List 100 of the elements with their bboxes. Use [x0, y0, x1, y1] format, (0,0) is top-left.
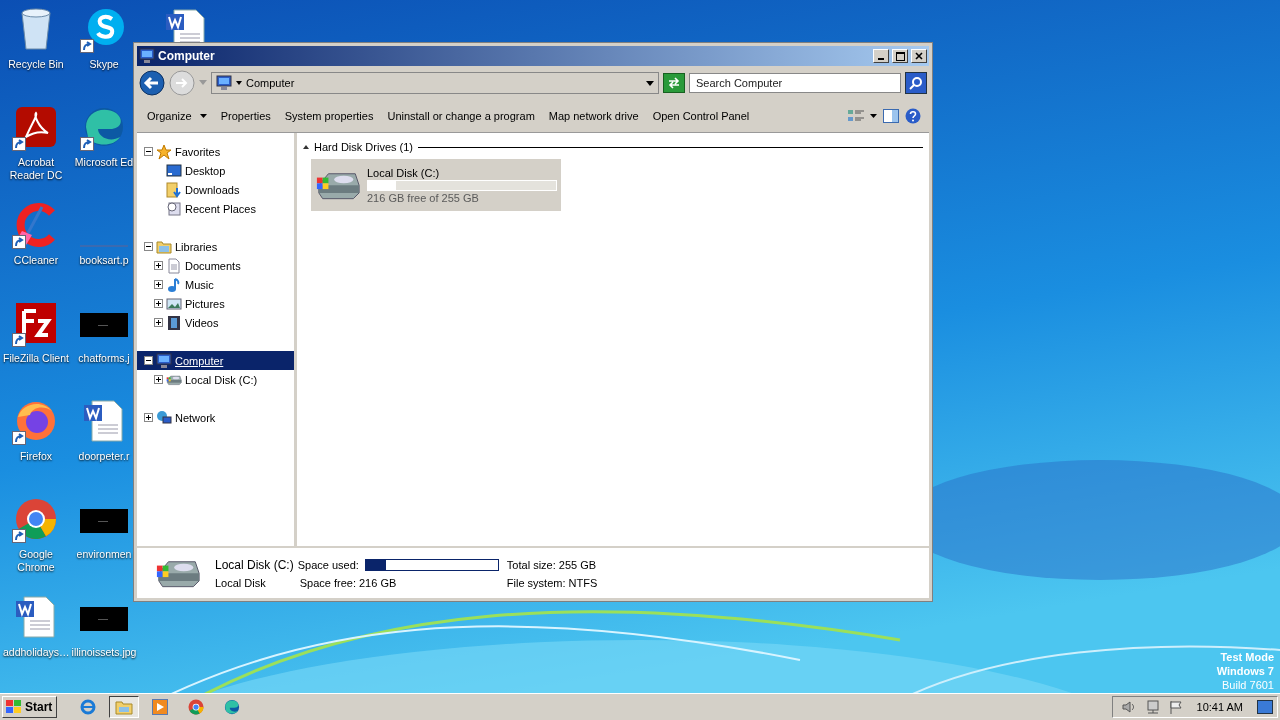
star-icon — [156, 143, 172, 160]
speaker-icon[interactable] — [1120, 700, 1137, 714]
tree-item[interactable]: Libraries — [137, 237, 294, 256]
search-button[interactable] — [905, 72, 927, 94]
caret-icon — [199, 114, 207, 118]
tree-item[interactable]: Music — [137, 275, 294, 294]
collapse-icon[interactable] — [144, 356, 153, 365]
tree-item[interactable]: Network — [137, 408, 294, 427]
refresh-icon — [667, 77, 681, 89]
libraries-icon — [156, 238, 172, 255]
show-desktop-icon[interactable] — [1257, 700, 1273, 714]
desktop-icon-label[interactable]: chatforms.j — [78, 352, 130, 365]
maximize-button[interactable] — [892, 49, 908, 63]
window-title: Computer — [158, 49, 216, 63]
free-space-text: Space free: 216 GB — [298, 576, 398, 589]
dropdown-caret-icon[interactable] — [646, 80, 654, 86]
tree-label: Documents — [185, 259, 241, 272]
help-icon[interactable] — [905, 108, 921, 124]
collapse-icon[interactable] — [144, 147, 153, 156]
tree-label: Local Disk (C:) — [185, 373, 258, 386]
test-mode-text: Test Mode — [1220, 650, 1274, 664]
media-player-icon — [152, 699, 169, 715]
desktop-icon — [166, 162, 182, 179]
downloads-folder-icon — [166, 181, 182, 198]
file-system-text: File system: NTFS — [505, 576, 598, 589]
expand-icon[interactable] — [154, 375, 163, 384]
tree-label: Recent Places — [185, 202, 256, 215]
windows-logo-icon — [5, 699, 23, 715]
clock[interactable]: 10:41 AM — [1190, 701, 1249, 713]
network-icon[interactable] — [1144, 700, 1161, 714]
desktop-icon-label[interactable]: Recycle Bin — [8, 58, 64, 71]
search-field[interactable]: Search Computer — [689, 73, 901, 93]
ie-icon — [79, 698, 98, 716]
preview-pane-icon[interactable] — [883, 109, 899, 123]
tree-label: Pictures — [185, 297, 225, 310]
tree-item[interactable]: Recent Places — [137, 199, 294, 218]
start-button[interactable]: Start — [2, 696, 58, 718]
tree-label: Favorites — [175, 145, 221, 158]
collapse-arrow-icon[interactable] — [303, 145, 309, 149]
collapse-icon[interactable] — [144, 242, 153, 251]
minimize-button[interactable] — [873, 49, 889, 63]
tree-item[interactable]: Documents — [137, 256, 294, 275]
drive-icon — [166, 373, 182, 386]
desktop-icon-label[interactable]: CCleaner — [13, 254, 59, 267]
close-button[interactable] — [911, 49, 927, 63]
toolbar-button[interactable]: Uninstall or change a program — [381, 106, 541, 126]
tree-item[interactable]: Downloads — [137, 180, 294, 199]
network-icon — [156, 409, 172, 426]
document-icon — [166, 257, 182, 274]
tree-item[interactable]: Computer — [137, 351, 294, 370]
taskbar-button[interactable] — [109, 696, 140, 718]
toolbar-button[interactable]: Open Control Panel — [646, 106, 756, 126]
tree-label: Music — [185, 278, 214, 291]
window-icon — [139, 48, 155, 64]
tree-label: Network — [175, 411, 216, 424]
toolbar-button[interactable]: Organize — [141, 106, 213, 126]
computer-icon — [156, 352, 172, 369]
desktop-icon-label[interactable]: booksart.p — [79, 254, 129, 267]
toolbar-button[interactable]: System properties — [278, 106, 380, 126]
recent-places-icon — [166, 200, 182, 217]
expand-icon[interactable] — [154, 280, 163, 289]
desktop-icon-label[interactable]: Skype — [89, 58, 119, 71]
folder-icon — [115, 699, 134, 715]
desktop-icon-label[interactable]: Microsoft Ed — [74, 156, 134, 169]
computer-icon — [216, 75, 232, 91]
tree-item[interactable]: Favorites — [137, 142, 294, 161]
test-mode-text: Build 7601 — [1222, 678, 1274, 692]
tree-label: Computer — [175, 354, 224, 367]
tree-label: Libraries — [175, 240, 218, 253]
drive-tile[interactable]: Local Disk (C:) 216 GB free of 255 GB — [311, 159, 561, 211]
music-note-icon — [166, 276, 182, 293]
tree-item[interactable]: Pictures — [137, 294, 294, 313]
free-space-text: 216 GB free of 255 GB — [367, 191, 480, 204]
test-mode-text: Windows 7 — [1216, 664, 1274, 678]
back-button[interactable] — [139, 70, 165, 96]
tree-item[interactable]: Local Disk (C:) — [137, 370, 294, 389]
refresh-button[interactable] — [663, 73, 685, 93]
field-label: Space used: — [297, 558, 359, 571]
tree-label: Videos — [185, 316, 219, 329]
expand-icon[interactable] — [154, 299, 163, 308]
caret-icon[interactable] — [870, 114, 877, 118]
flag-icon[interactable] — [1168, 700, 1183, 714]
toolbar-button[interactable]: Properties — [214, 106, 277, 126]
tree-label: Desktop — [185, 164, 226, 177]
tree-item[interactable]: Videos — [137, 313, 294, 332]
address-bar[interactable]: Computer — [211, 72, 659, 94]
expand-icon[interactable] — [144, 413, 153, 422]
desktop-icon-label[interactable]: Acrobat Reader DC — [3, 156, 69, 182]
film-icon — [166, 314, 182, 331]
total-size-text: Total size: 255 GB — [505, 558, 598, 571]
caret-icon[interactable] — [236, 81, 242, 85]
toolbar-button[interactable]: Map network drive — [542, 106, 645, 126]
drive-name: Local Disk (C:) — [215, 557, 294, 572]
group-header[interactable]: Hard Disk Drives (1) — [314, 141, 413, 153]
close-icon — [915, 52, 923, 60]
tree-item[interactable]: Desktop — [137, 161, 294, 180]
chrome-icon — [187, 698, 206, 716]
desktop-icon-label[interactable]: FileZilla Client — [3, 352, 69, 365]
expand-icon[interactable] — [154, 318, 163, 327]
expand-icon[interactable] — [154, 261, 163, 270]
